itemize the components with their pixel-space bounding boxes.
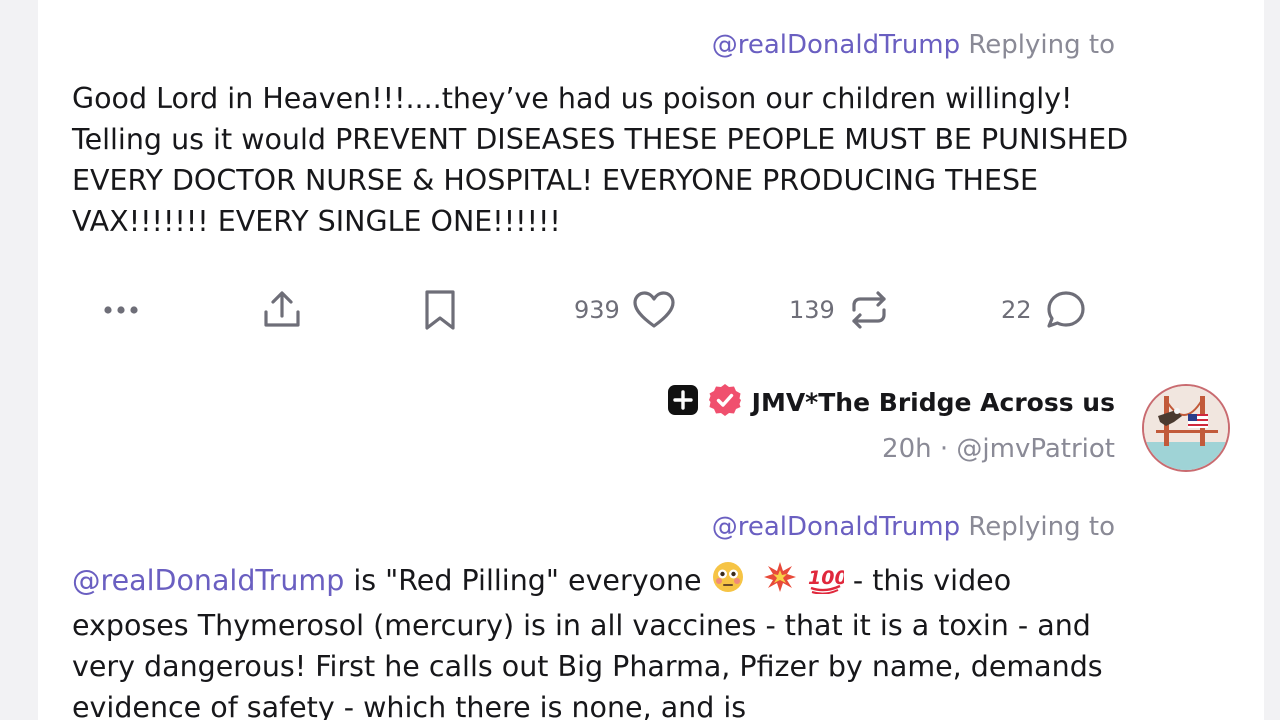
replying-mention-link[interactable]: @realDonaldTrump <box>712 512 960 542</box>
feed-panel: @realDonaldTrump Replying to Good Lord i… <box>38 0 1264 720</box>
plus-badge-icon <box>667 385 698 419</box>
reply-bubble-icon <box>1044 288 1088 332</box>
heart-icon <box>632 290 676 330</box>
post-action-bar: 939 139 22 <box>38 280 1264 340</box>
like-count: 939 <box>574 296 620 324</box>
avatar[interactable] <box>1142 384 1230 472</box>
author-handle[interactable]: @jmvPatriot <box>956 434 1115 464</box>
reply-count: 22 <box>1001 296 1032 324</box>
post-text: Good Lord in Heaven!!!....they’ve had us… <box>72 82 1129 238</box>
meta-separator: · <box>939 434 949 464</box>
collision-emoji-icon <box>763 560 797 605</box>
post-text-2: @realDonaldTrump is "Red Pilling" everyo… <box>72 560 1132 720</box>
replying-to-label: Replying to <box>968 512 1115 542</box>
post-author-row: JMV*The Bridge Across us <box>667 382 1115 422</box>
bookmark-button[interactable] <box>422 280 458 340</box>
bookmark-icon <box>422 288 458 332</box>
like-button[interactable]: 939 <box>574 280 676 340</box>
post-time: 20h <box>882 434 932 464</box>
share-upload-icon <box>260 288 304 332</box>
replying-to-line-2: @realDonaldTrump Replying to <box>712 512 1115 542</box>
replying-to-line: @realDonaldTrump Replying to <box>712 30 1115 60</box>
repost-button[interactable]: 139 <box>789 280 891 340</box>
share-button[interactable] <box>260 280 304 340</box>
reply-button[interactable]: 22 <box>1001 280 1088 340</box>
text-part-1: is "Red Pilling" everyone <box>344 564 711 597</box>
replying-mention-link[interactable]: @realDonaldTrump <box>712 30 960 60</box>
replying-to-label: Replying to <box>968 30 1115 60</box>
flushed-face-emoji-icon <box>711 560 745 605</box>
post-meta: 20h · @jmvPatriot <box>882 434 1115 464</box>
hundred-points-emoji-icon: 100 <box>806 560 848 605</box>
more-dots-icon <box>102 300 142 320</box>
author-name[interactable]: JMV*The Bridge Across us <box>752 388 1115 417</box>
text-mention-link[interactable]: @realDonaldTrump <box>72 564 344 597</box>
repost-icon <box>847 288 891 332</box>
more-button[interactable] <box>102 280 142 340</box>
verified-badge-icon <box>708 383 742 421</box>
repost-count: 139 <box>789 296 835 324</box>
